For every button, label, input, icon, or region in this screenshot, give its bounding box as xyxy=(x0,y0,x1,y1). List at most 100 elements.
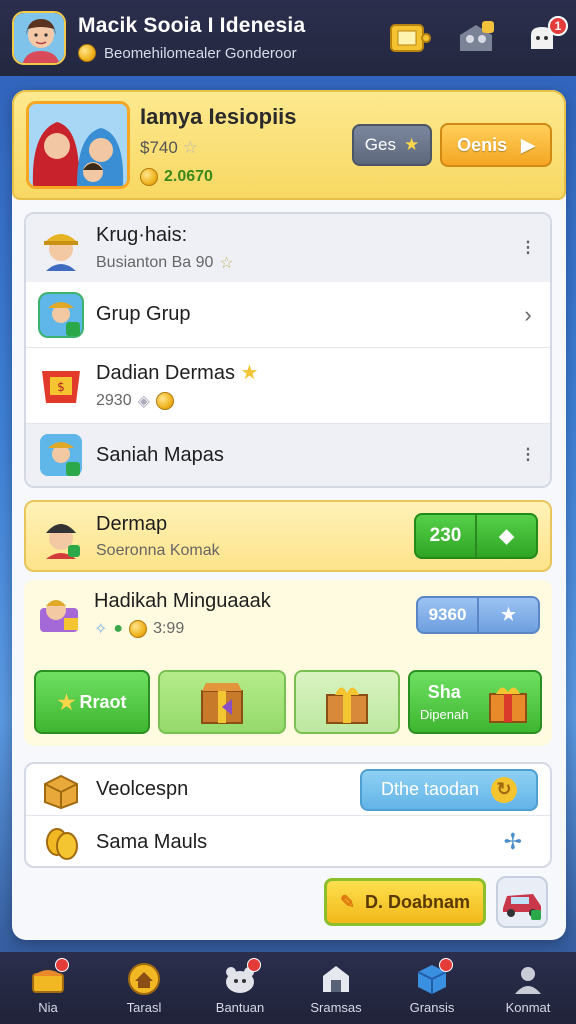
more-icon[interactable]: ⁝ xyxy=(518,235,538,261)
nav-item-nia[interactable]: Nia xyxy=(3,957,93,1015)
car-button[interactable] xyxy=(496,876,548,928)
mission-title: Dermap xyxy=(96,512,168,535)
gift-tile-title: Sha xyxy=(427,682,461,702)
list-item[interactable]: Veolcespn Dthe taodan ↻ xyxy=(26,764,550,816)
nav-badge xyxy=(247,957,261,972)
mission-claim-button[interactable]: 230 ◆ xyxy=(414,513,538,559)
coin-icon xyxy=(155,392,174,410)
main-panel: Iamya Iesiopiis $740 ☆ 2.0670 Ges ★ Oeni… xyxy=(12,90,566,940)
list-item-title: Saniah Mapas xyxy=(96,443,224,466)
gift-tile-4[interactable]: Sha Dipenah xyxy=(408,670,542,734)
list-item-sub: Busianton Ba 90 ☆ xyxy=(96,253,518,273)
star-icon: ☆ xyxy=(182,138,198,157)
gift-subtitle: ✧ ● 3:99 xyxy=(94,619,416,639)
list-item-title: Dadian Dermas ★ xyxy=(96,360,538,385)
mission-card[interactable]: Dermap Soeronna Komak 230 ◆ xyxy=(24,500,552,572)
oenis-button[interactable]: Oenis ▶ xyxy=(440,123,552,167)
gift-tile-label: Rraot xyxy=(79,691,127,712)
subtitle-text: Beomehilomealer Gonderoor xyxy=(104,44,297,62)
gift-title: Hadikah Minguaaak xyxy=(94,590,271,612)
star-icon: ★ xyxy=(57,691,76,714)
user-avatar[interactable] xyxy=(12,11,66,65)
list-item-title-text: Dadian Dermas xyxy=(96,362,235,384)
refresh-icon: ↻ xyxy=(491,776,518,803)
list-item[interactable]: $ Dadian Dermas ★ 2930 ◈ xyxy=(26,348,550,424)
nav-badge xyxy=(55,957,69,972)
gift-tile-3[interactable] xyxy=(294,670,400,734)
bottom-navigation: Nia Tarasl Bantuan Sramsas Gransis Konma… xyxy=(0,952,576,1024)
nav-item-bantuan[interactable]: Bantuan xyxy=(195,957,285,1015)
gift-box-icon xyxy=(326,687,368,724)
list-item[interactable]: Sama Mauls ✢ xyxy=(26,816,550,868)
profile-score: $740 ☆ xyxy=(140,138,352,158)
explorer-avatar-icon xyxy=(38,225,84,271)
nav-badge xyxy=(439,957,453,972)
list-item-title: Krug·hais: xyxy=(96,223,188,246)
download-button-label: D. Doabnam xyxy=(365,891,471,912)
diamond-icon: ◆ xyxy=(499,525,514,547)
sparkle-icon: ★ xyxy=(240,362,259,384)
list-item-title: Grup Grup xyxy=(96,303,191,325)
coins-stack-icon xyxy=(38,819,84,865)
notification-icon[interactable]: 1 xyxy=(520,16,568,58)
bottom-action-button[interactable]: Dthe taodan ↻ xyxy=(360,768,538,811)
download-button[interactable]: ✎ D. Doabnam xyxy=(324,878,486,926)
gift-section: Hadikah Minguaaak ✧ ● 3:99 9360 ★ ★ Rrao… xyxy=(24,580,552,746)
nav-item-konmat[interactable]: Konmat xyxy=(483,962,573,1015)
ticket-icon[interactable] xyxy=(388,18,432,58)
profile-name: Iamya Iesiopiis xyxy=(140,104,297,129)
coins-text: 2.0670 xyxy=(164,168,213,185)
friends-icon[interactable] xyxy=(454,18,498,58)
menu-list: Krug·hais: Busianton Ba 90 ☆ ⁝ Grup Grup … xyxy=(24,212,552,488)
chevron-right-icon[interactable]: › xyxy=(518,302,538,328)
profile-card: Iamya Iesiopiis $740 ☆ 2.0670 Ges ★ Oeni… xyxy=(12,90,566,200)
nav-item-gransis[interactable]: Gransis xyxy=(387,957,477,1015)
list-item-sub-text: 2930 xyxy=(96,392,132,409)
group-icon xyxy=(38,291,84,338)
nav-label: Nia xyxy=(38,999,58,1015)
score-text: $740 xyxy=(140,138,178,157)
oenis-button-label: Oenis xyxy=(457,134,508,155)
crate-icon xyxy=(38,767,84,813)
gift-tile-sub: Dipenah xyxy=(420,707,469,722)
app-title: Macik Sooia I Idenesia xyxy=(78,14,306,37)
treasure-icon xyxy=(36,592,82,638)
coin-icon xyxy=(129,620,148,638)
nav-label: Gransis xyxy=(409,999,455,1015)
top-header: Macik Sooia I Idenesia Beomehilomealer G… xyxy=(0,0,576,76)
gift-tile-1[interactable]: ★ Rraot xyxy=(34,670,150,734)
profile-picture[interactable] xyxy=(26,101,130,189)
coin-icon xyxy=(78,44,96,62)
bottom-action-label: Dthe taodan xyxy=(380,779,480,799)
list-item[interactable]: Krug·hais: Busianton Ba 90 ☆ ⁝ xyxy=(26,214,550,282)
gem-icon: ✧ xyxy=(94,621,108,638)
bottom-list: Veolcespn Dthe taodan ↻ Sama Mauls ✢ xyxy=(24,762,552,868)
home-icon xyxy=(125,962,163,996)
nav-label: Konmat xyxy=(505,999,551,1015)
list-item-sub: 2930 ◈ xyxy=(96,391,538,411)
gift-box-icon xyxy=(201,683,243,724)
reward-icon: $ xyxy=(38,363,84,409)
star-icon: ☆ xyxy=(219,254,234,272)
play-icon: ▶ xyxy=(521,134,535,155)
mascot-icon xyxy=(221,957,261,996)
list-item[interactable]: Grup Grup › xyxy=(26,282,550,348)
profile-icon xyxy=(509,962,547,996)
fan-icon[interactable]: ✢ xyxy=(504,829,522,855)
chest-icon xyxy=(29,957,69,996)
list-item[interactable]: Saniah Mapas ⁝ xyxy=(26,424,550,486)
pirate-avatar-icon xyxy=(38,513,84,559)
list-item-title: Veolcespn xyxy=(96,778,189,800)
gift-button-label: 9360 xyxy=(428,604,467,624)
nav-item-tarasl[interactable]: Tarasl xyxy=(99,962,189,1015)
list-item-sub-text: Busianton Ba 90 xyxy=(96,253,214,271)
mission-subtitle: Soeronna Komak xyxy=(96,541,220,559)
ges-button[interactable]: Ges ★ xyxy=(352,124,432,166)
gift-tile-2[interactable] xyxy=(158,670,286,734)
gift-button[interactable]: 9360 ★ xyxy=(416,595,540,634)
coin-icon xyxy=(140,168,158,186)
nav-item-sramsas[interactable]: Sramsas xyxy=(291,962,381,1015)
nav-label: Tarasl xyxy=(126,999,162,1015)
more-icon[interactable]: ⁝ xyxy=(518,442,538,468)
gift-header: Hadikah Minguaaak ✧ ● 3:99 9360 ★ xyxy=(36,590,540,639)
